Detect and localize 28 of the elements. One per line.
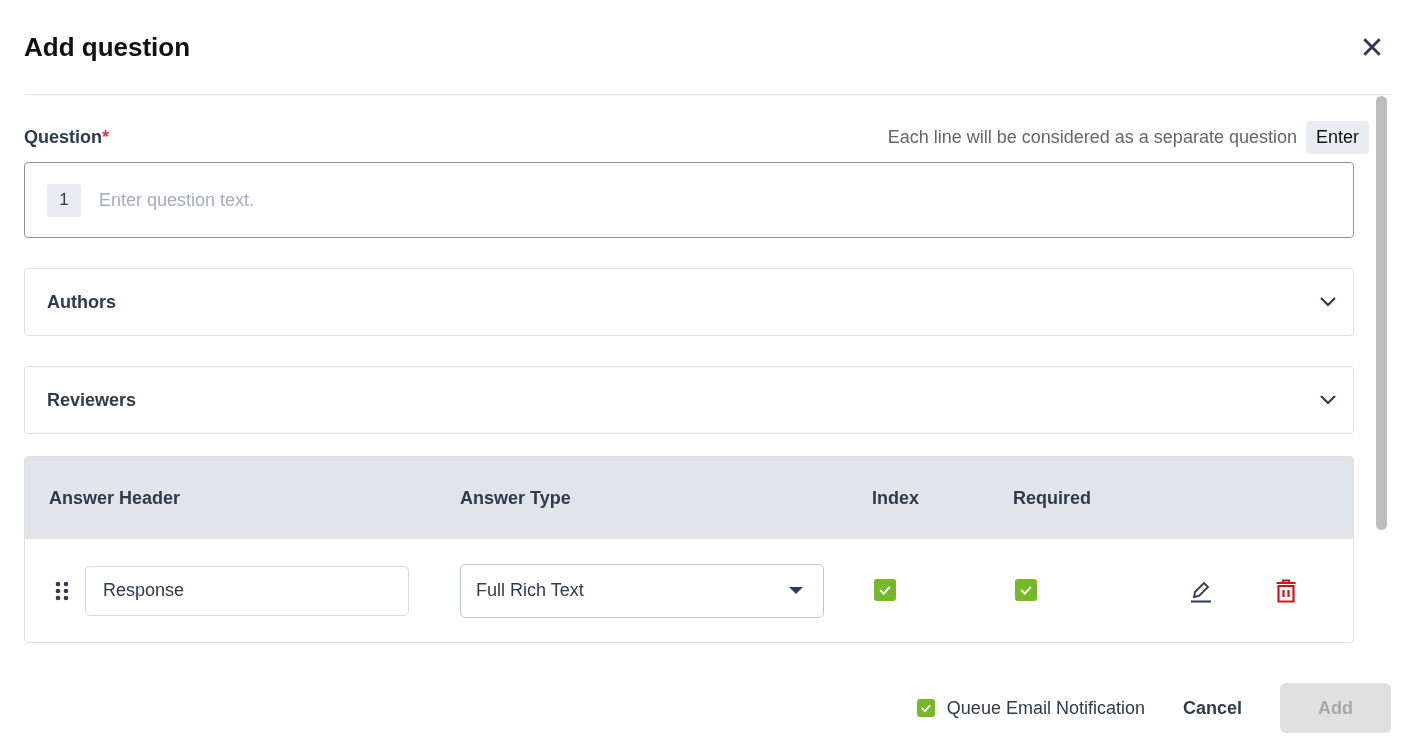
dialog-title: Add question <box>24 31 191 63</box>
column-header: Index <box>872 487 920 509</box>
caret-icon <box>789 586 803 595</box>
cancel-button[interactable]: Cancel <box>1180 683 1244 733</box>
required-checkbox[interactable] <box>1015 579 1037 601</box>
section-label: Reviewers <box>47 389 137 411</box>
queue-email-checkbox[interactable] <box>916 699 935 717</box>
column-header: Answer Header <box>48 487 182 509</box>
collapsible-section[interactable]: Reviewers <box>24 366 1354 434</box>
checkbox-label: Queue Email Notification <box>946 697 1145 719</box>
column-header: Answer Type <box>460 487 572 509</box>
column-header: Required <box>1013 487 1092 509</box>
line-number: 1 <box>47 183 81 217</box>
delete-icon[interactable] <box>1275 578 1297 603</box>
index-checkbox[interactable] <box>874 579 896 601</box>
question-input-field[interactable]: 1 Enter question text. <box>24 162 1354 238</box>
hint-text: Each line will be considered as a separate question <box>887 126 1297 148</box>
close-icon[interactable] <box>1361 36 1383 58</box>
answer-header-field[interactable]: Response <box>85 565 409 616</box>
question-label: Question* <box>24 126 110 148</box>
drag-handle-icon[interactable] <box>55 580 69 601</box>
chevron-icon <box>1319 296 1337 308</box>
key-badge: Enter <box>1305 120 1369 154</box>
chevron-icon <box>1319 394 1337 406</box>
scrollbar[interactable] <box>1376 96 1387 530</box>
collapsible-section[interactable]: Authors <box>24 268 1354 336</box>
section-label: Authors <box>47 291 116 313</box>
answer-type-dropdown[interactable]: Full Rich Text <box>460 563 824 618</box>
